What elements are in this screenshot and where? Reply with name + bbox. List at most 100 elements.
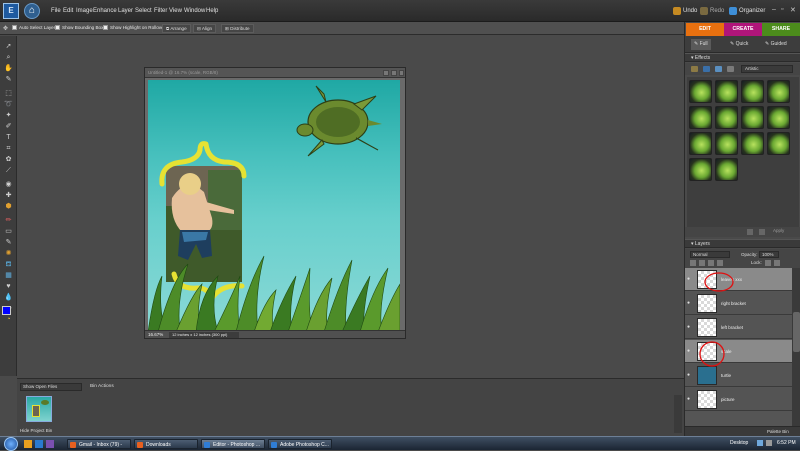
zoom-tool-icon[interactable]: ⌕	[3, 53, 14, 62]
effects-category-dropdown[interactable]: Artistic	[741, 65, 793, 73]
taskbar-photoshop[interactable]: Adobe Photoshop C...	[268, 439, 332, 449]
hand-tool-icon[interactable]: ✋	[3, 64, 14, 73]
delete-layer-icon[interactable]	[717, 260, 723, 266]
effect-thumb[interactable]	[689, 80, 712, 103]
effect-thumb[interactable]	[767, 80, 790, 103]
eyedropper-tool-icon[interactable]: ✎	[3, 75, 14, 84]
tray-icon[interactable]	[757, 440, 763, 446]
menu-edit[interactable]: Edit	[63, 8, 73, 14]
mask-icon[interactable]	[708, 260, 714, 266]
doc-close-icon[interactable]	[399, 70, 404, 76]
type-tool-icon[interactable]: T	[3, 133, 14, 142]
lasso-tool-icon[interactable]: ➰	[3, 100, 14, 109]
paint-bucket-icon[interactable]: ⛾	[3, 260, 14, 269]
undo-button[interactable]: Undo	[683, 8, 697, 14]
mode-quick[interactable]: ✎ Quick	[727, 39, 751, 50]
smart-brush-icon[interactable]: ✺	[3, 249, 14, 258]
clone-stamp-icon[interactable]: ⬢	[3, 202, 14, 211]
healing-brush-icon[interactable]: ✚	[3, 191, 14, 200]
organizer-icon[interactable]	[729, 7, 737, 15]
blur-tool-icon[interactable]: 💧	[3, 293, 14, 302]
effect-thumb[interactable]	[689, 132, 712, 155]
effect-thumb[interactable]	[715, 132, 738, 155]
custom-shape-icon[interactable]: ♥	[3, 282, 14, 291]
straighten-tool-icon[interactable]: ⟋	[3, 166, 14, 175]
crop-tool-icon[interactable]: ⌗	[3, 144, 14, 153]
pencil-tool-icon[interactable]: ✏	[3, 216, 14, 225]
open-file-thumbnail[interactable]	[26, 396, 52, 422]
gradient-tool-icon[interactable]: ▦	[3, 271, 14, 280]
effects-option-icon[interactable]	[759, 229, 765, 235]
dodge-tool-icon[interactable]: ◔	[3, 315, 14, 324]
menu-help[interactable]: Help	[206, 8, 218, 14]
effect-thumb[interactable]	[715, 158, 738, 181]
cookie-cutter-icon[interactable]: ✿	[3, 155, 14, 164]
redo-icon[interactable]	[700, 7, 708, 15]
foreground-color-swatch[interactable]	[2, 306, 11, 315]
brush-tool-icon[interactable]: ✎	[3, 238, 14, 247]
image-canvas[interactable]	[148, 80, 400, 332]
effects-panel-header[interactable]: ▾ Effects	[685, 53, 800, 62]
taskbar-editor[interactable]: Editor - Photoshop ...	[201, 439, 265, 449]
layers-scroll-thumb[interactable]	[793, 312, 800, 352]
view-icon[interactable]	[727, 66, 734, 72]
effect-thumb[interactable]	[715, 80, 738, 103]
effects-option-icon[interactable]	[747, 229, 753, 235]
menu-view[interactable]: View	[169, 8, 182, 14]
undo-icon[interactable]	[673, 7, 681, 15]
quicklaunch-icon[interactable]	[24, 440, 32, 448]
bin-actions-menu[interactable]: Bin Actions	[90, 384, 114, 389]
tab-edit[interactable]: EDIT	[686, 23, 724, 36]
quicklaunch-icon[interactable]	[46, 440, 54, 448]
eraser-tool-icon[interactable]: ▭	[3, 227, 14, 236]
mode-guided[interactable]: ✎ Guided	[762, 39, 790, 50]
auto-select-layer-checkbox[interactable]: Auto Select Layer	[12, 25, 55, 31]
layer-row[interactable]: ● picture	[685, 388, 792, 411]
filters-icon[interactable]	[691, 66, 698, 72]
maximize-icon[interactable]: ▫	[781, 6, 783, 13]
menu-image[interactable]: Image	[76, 8, 93, 14]
taskbar-downloads[interactable]: Downloads	[134, 439, 198, 449]
apply-button[interactable]: Apply	[773, 228, 784, 233]
magic-wand-tool-icon[interactable]: ✦	[3, 111, 14, 120]
effect-thumb[interactable]	[767, 132, 790, 155]
tab-share[interactable]: SHARE	[762, 23, 800, 36]
minimize-icon[interactable]: –	[772, 6, 776, 13]
tab-create[interactable]: CREATE	[724, 23, 762, 36]
redo-button[interactable]: Redo	[710, 8, 724, 14]
show-bounding-box-checkbox[interactable]: Show Bounding Box	[55, 25, 103, 31]
move-tool-icon[interactable]: ➚	[3, 42, 14, 51]
mode-full[interactable]: ✎ Full	[691, 39, 711, 50]
photo-effects-icon[interactable]	[715, 66, 722, 72]
clock[interactable]: 6:52 PM	[777, 440, 796, 446]
red-eye-tool-icon[interactable]: ◉	[3, 180, 14, 189]
lock-transparency-icon[interactable]	[765, 260, 771, 266]
effect-thumb[interactable]	[741, 80, 764, 103]
show-highlight-checkbox[interactable]: Show Highlight on Rollover	[103, 25, 165, 31]
layers-panel-header[interactable]: ▾ Layers	[685, 239, 800, 248]
menu-file[interactable]: File	[51, 8, 61, 14]
menu-enhance[interactable]: Enhance	[93, 8, 117, 14]
menu-layer[interactable]: Layer	[118, 8, 133, 14]
layer-styles-icon[interactable]	[703, 66, 710, 72]
start-button[interactable]	[4, 437, 18, 451]
lock-all-icon[interactable]	[774, 260, 780, 266]
marquee-tool-icon[interactable]: ⬚	[3, 89, 14, 98]
volume-icon[interactable]	[766, 440, 772, 446]
selection-brush-icon[interactable]: ✐	[3, 122, 14, 131]
visibility-eye-icon[interactable]: ●	[687, 397, 692, 402]
effect-thumb[interactable]	[741, 106, 764, 129]
distribute-button[interactable]: ⊞ Distribute	[221, 24, 254, 33]
effect-thumb[interactable]	[741, 132, 764, 155]
menu-filter[interactable]: Filter	[154, 8, 167, 14]
menu-window[interactable]: Window	[184, 8, 205, 14]
quicklaunch-icon[interactable]	[35, 440, 43, 448]
show-open-files-dropdown[interactable]: Show Open Files	[20, 383, 82, 391]
taskbar-gmail[interactable]: Gmail - Inbox (79) -	[67, 439, 131, 449]
new-layer-icon[interactable]	[690, 260, 696, 266]
menu-select[interactable]: Select	[135, 8, 152, 14]
adjustment-layer-icon[interactable]	[699, 260, 705, 266]
doc-maximize-icon[interactable]	[391, 70, 397, 76]
close-icon[interactable]: ✕	[790, 6, 796, 14]
zoom-level[interactable]: 16.67%	[148, 331, 163, 339]
